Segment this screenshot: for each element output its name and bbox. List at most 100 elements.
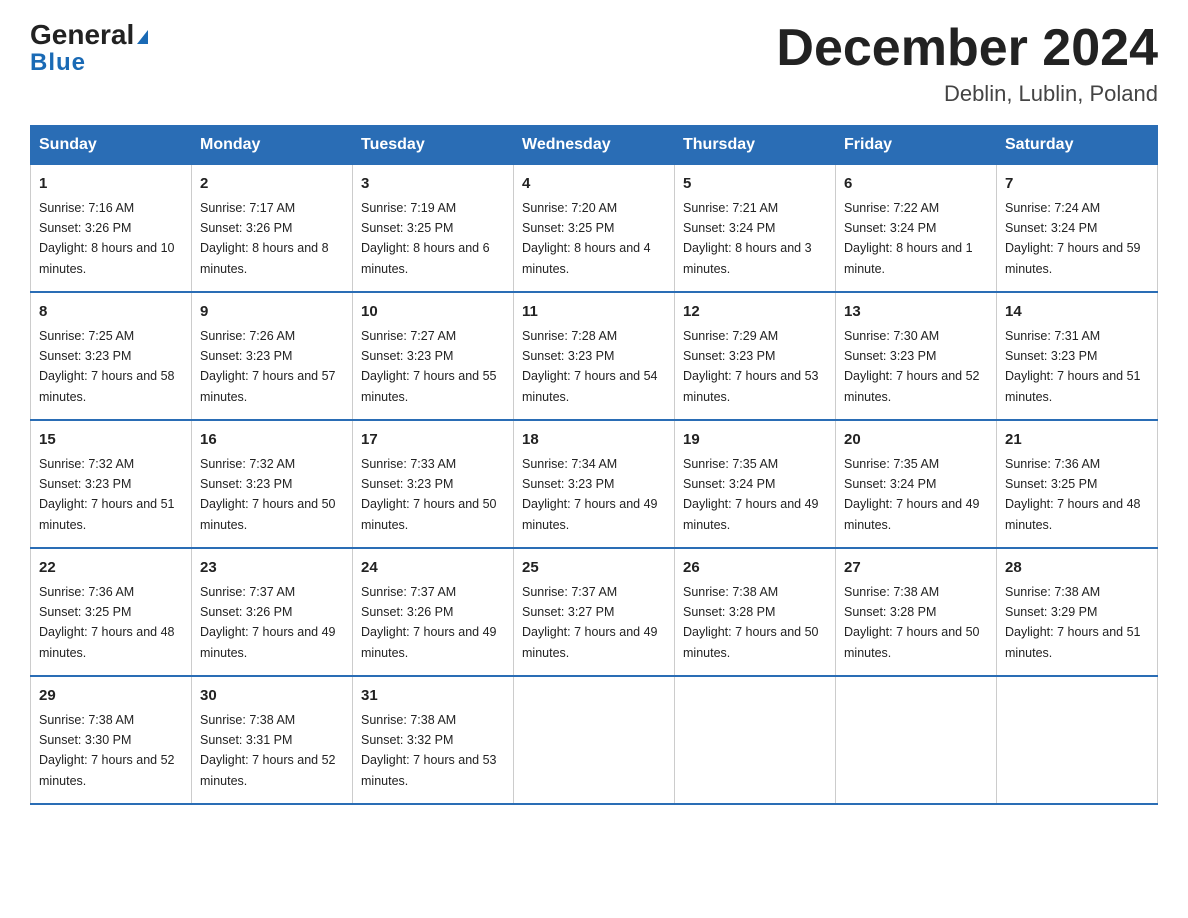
day-number: 30 <box>200 685 344 708</box>
calendar-cell <box>514 676 675 804</box>
day-info: Sunrise: 7:38 AMSunset: 3:31 PMDaylight:… <box>200 713 336 788</box>
calendar-body: 1 Sunrise: 7:16 AMSunset: 3:26 PMDayligh… <box>31 165 1158 805</box>
calendar-cell: 21 Sunrise: 7:36 AMSunset: 3:25 PMDaylig… <box>997 420 1158 548</box>
day-info: Sunrise: 7:38 AMSunset: 3:28 PMDaylight:… <box>844 585 980 660</box>
day-info: Sunrise: 7:36 AMSunset: 3:25 PMDaylight:… <box>1005 457 1141 532</box>
col-thursday: Thursday <box>675 126 836 165</box>
day-info: Sunrise: 7:21 AMSunset: 3:24 PMDaylight:… <box>683 201 812 276</box>
week-row: 22 Sunrise: 7:36 AMSunset: 3:25 PMDaylig… <box>31 548 1158 676</box>
day-info: Sunrise: 7:37 AMSunset: 3:26 PMDaylight:… <box>361 585 497 660</box>
col-monday: Monday <box>192 126 353 165</box>
day-number: 22 <box>39 557 183 580</box>
calendar-cell: 8 Sunrise: 7:25 AMSunset: 3:23 PMDayligh… <box>31 292 192 420</box>
calendar-cell: 16 Sunrise: 7:32 AMSunset: 3:23 PMDaylig… <box>192 420 353 548</box>
day-number: 2 <box>200 173 344 196</box>
calendar-cell: 13 Sunrise: 7:30 AMSunset: 3:23 PMDaylig… <box>836 292 997 420</box>
day-info: Sunrise: 7:29 AMSunset: 3:23 PMDaylight:… <box>683 329 819 404</box>
day-number: 14 <box>1005 301 1149 324</box>
day-number: 1 <box>39 173 183 196</box>
day-number: 18 <box>522 429 666 452</box>
day-number: 3 <box>361 173 505 196</box>
day-info: Sunrise: 7:38 AMSunset: 3:30 PMDaylight:… <box>39 713 175 788</box>
day-info: Sunrise: 7:31 AMSunset: 3:23 PMDaylight:… <box>1005 329 1141 404</box>
calendar-cell: 1 Sunrise: 7:16 AMSunset: 3:26 PMDayligh… <box>31 165 192 293</box>
day-number: 19 <box>683 429 827 452</box>
col-saturday: Saturday <box>997 126 1158 165</box>
day-info: Sunrise: 7:24 AMSunset: 3:24 PMDaylight:… <box>1005 201 1141 276</box>
day-number: 6 <box>844 173 988 196</box>
calendar-cell: 23 Sunrise: 7:37 AMSunset: 3:26 PMDaylig… <box>192 548 353 676</box>
col-tuesday: Tuesday <box>353 126 514 165</box>
logo-top: General <box>30 20 148 51</box>
day-info: Sunrise: 7:19 AMSunset: 3:25 PMDaylight:… <box>361 201 490 276</box>
day-header-row: Sunday Monday Tuesday Wednesday Thursday… <box>31 126 1158 165</box>
day-info: Sunrise: 7:38 AMSunset: 3:32 PMDaylight:… <box>361 713 497 788</box>
calendar-cell: 6 Sunrise: 7:22 AMSunset: 3:24 PMDayligh… <box>836 165 997 293</box>
day-info: Sunrise: 7:30 AMSunset: 3:23 PMDaylight:… <box>844 329 980 404</box>
day-info: Sunrise: 7:38 AMSunset: 3:29 PMDaylight:… <box>1005 585 1141 660</box>
day-info: Sunrise: 7:28 AMSunset: 3:23 PMDaylight:… <box>522 329 658 404</box>
calendar-cell: 26 Sunrise: 7:38 AMSunset: 3:28 PMDaylig… <box>675 548 836 676</box>
calendar-cell: 14 Sunrise: 7:31 AMSunset: 3:23 PMDaylig… <box>997 292 1158 420</box>
day-number: 9 <box>200 301 344 324</box>
day-number: 27 <box>844 557 988 580</box>
calendar-title: December 2024 <box>776 20 1158 77</box>
col-wednesday: Wednesday <box>514 126 675 165</box>
calendar-cell: 20 Sunrise: 7:35 AMSunset: 3:24 PMDaylig… <box>836 420 997 548</box>
calendar-cell: 11 Sunrise: 7:28 AMSunset: 3:23 PMDaylig… <box>514 292 675 420</box>
day-number: 4 <box>522 173 666 196</box>
calendar-cell: 2 Sunrise: 7:17 AMSunset: 3:26 PMDayligh… <box>192 165 353 293</box>
week-row: 8 Sunrise: 7:25 AMSunset: 3:23 PMDayligh… <box>31 292 1158 420</box>
calendar-cell: 25 Sunrise: 7:37 AMSunset: 3:27 PMDaylig… <box>514 548 675 676</box>
day-number: 25 <box>522 557 666 580</box>
col-friday: Friday <box>836 126 997 165</box>
calendar-cell: 12 Sunrise: 7:29 AMSunset: 3:23 PMDaylig… <box>675 292 836 420</box>
day-info: Sunrise: 7:33 AMSunset: 3:23 PMDaylight:… <box>361 457 497 532</box>
day-number: 5 <box>683 173 827 196</box>
day-info: Sunrise: 7:35 AMSunset: 3:24 PMDaylight:… <box>844 457 980 532</box>
day-number: 15 <box>39 429 183 452</box>
logo: General Blue <box>30 20 148 77</box>
calendar-cell: 27 Sunrise: 7:38 AMSunset: 3:28 PMDaylig… <box>836 548 997 676</box>
day-info: Sunrise: 7:16 AMSunset: 3:26 PMDaylight:… <box>39 201 175 276</box>
day-info: Sunrise: 7:26 AMSunset: 3:23 PMDaylight:… <box>200 329 336 404</box>
week-row: 29 Sunrise: 7:38 AMSunset: 3:30 PMDaylig… <box>31 676 1158 804</box>
page-header: General Blue December 2024 Deblin, Lubli… <box>30 20 1158 107</box>
calendar-cell: 24 Sunrise: 7:37 AMSunset: 3:26 PMDaylig… <box>353 548 514 676</box>
calendar-cell <box>836 676 997 804</box>
calendar-cell: 3 Sunrise: 7:19 AMSunset: 3:25 PMDayligh… <box>353 165 514 293</box>
day-number: 20 <box>844 429 988 452</box>
calendar-cell: 15 Sunrise: 7:32 AMSunset: 3:23 PMDaylig… <box>31 420 192 548</box>
calendar-header: Sunday Monday Tuesday Wednesday Thursday… <box>31 126 1158 165</box>
calendar-cell: 19 Sunrise: 7:35 AMSunset: 3:24 PMDaylig… <box>675 420 836 548</box>
week-row: 1 Sunrise: 7:16 AMSunset: 3:26 PMDayligh… <box>31 165 1158 293</box>
day-number: 10 <box>361 301 505 324</box>
calendar-cell: 5 Sunrise: 7:21 AMSunset: 3:24 PMDayligh… <box>675 165 836 293</box>
calendar-cell: 17 Sunrise: 7:33 AMSunset: 3:23 PMDaylig… <box>353 420 514 548</box>
calendar-subtitle: Deblin, Lublin, Poland <box>776 81 1158 107</box>
day-number: 21 <box>1005 429 1149 452</box>
calendar-cell: 10 Sunrise: 7:27 AMSunset: 3:23 PMDaylig… <box>353 292 514 420</box>
day-info: Sunrise: 7:37 AMSunset: 3:26 PMDaylight:… <box>200 585 336 660</box>
day-info: Sunrise: 7:20 AMSunset: 3:25 PMDaylight:… <box>522 201 651 276</box>
day-info: Sunrise: 7:34 AMSunset: 3:23 PMDaylight:… <box>522 457 658 532</box>
day-info: Sunrise: 7:36 AMSunset: 3:25 PMDaylight:… <box>39 585 175 660</box>
calendar-cell: 4 Sunrise: 7:20 AMSunset: 3:25 PMDayligh… <box>514 165 675 293</box>
calendar-cell: 28 Sunrise: 7:38 AMSunset: 3:29 PMDaylig… <box>997 548 1158 676</box>
col-sunday: Sunday <box>31 126 192 165</box>
calendar-cell: 18 Sunrise: 7:34 AMSunset: 3:23 PMDaylig… <box>514 420 675 548</box>
day-number: 11 <box>522 301 666 324</box>
day-info: Sunrise: 7:35 AMSunset: 3:24 PMDaylight:… <box>683 457 819 532</box>
calendar-cell: 30 Sunrise: 7:38 AMSunset: 3:31 PMDaylig… <box>192 676 353 804</box>
day-info: Sunrise: 7:32 AMSunset: 3:23 PMDaylight:… <box>39 457 175 532</box>
calendar-cell <box>675 676 836 804</box>
day-number: 8 <box>39 301 183 324</box>
day-number: 31 <box>361 685 505 708</box>
day-info: Sunrise: 7:32 AMSunset: 3:23 PMDaylight:… <box>200 457 336 532</box>
day-number: 12 <box>683 301 827 324</box>
day-number: 24 <box>361 557 505 580</box>
day-number: 23 <box>200 557 344 580</box>
title-area: December 2024 Deblin, Lublin, Poland <box>776 20 1158 107</box>
day-number: 26 <box>683 557 827 580</box>
calendar-cell: 29 Sunrise: 7:38 AMSunset: 3:30 PMDaylig… <box>31 676 192 804</box>
